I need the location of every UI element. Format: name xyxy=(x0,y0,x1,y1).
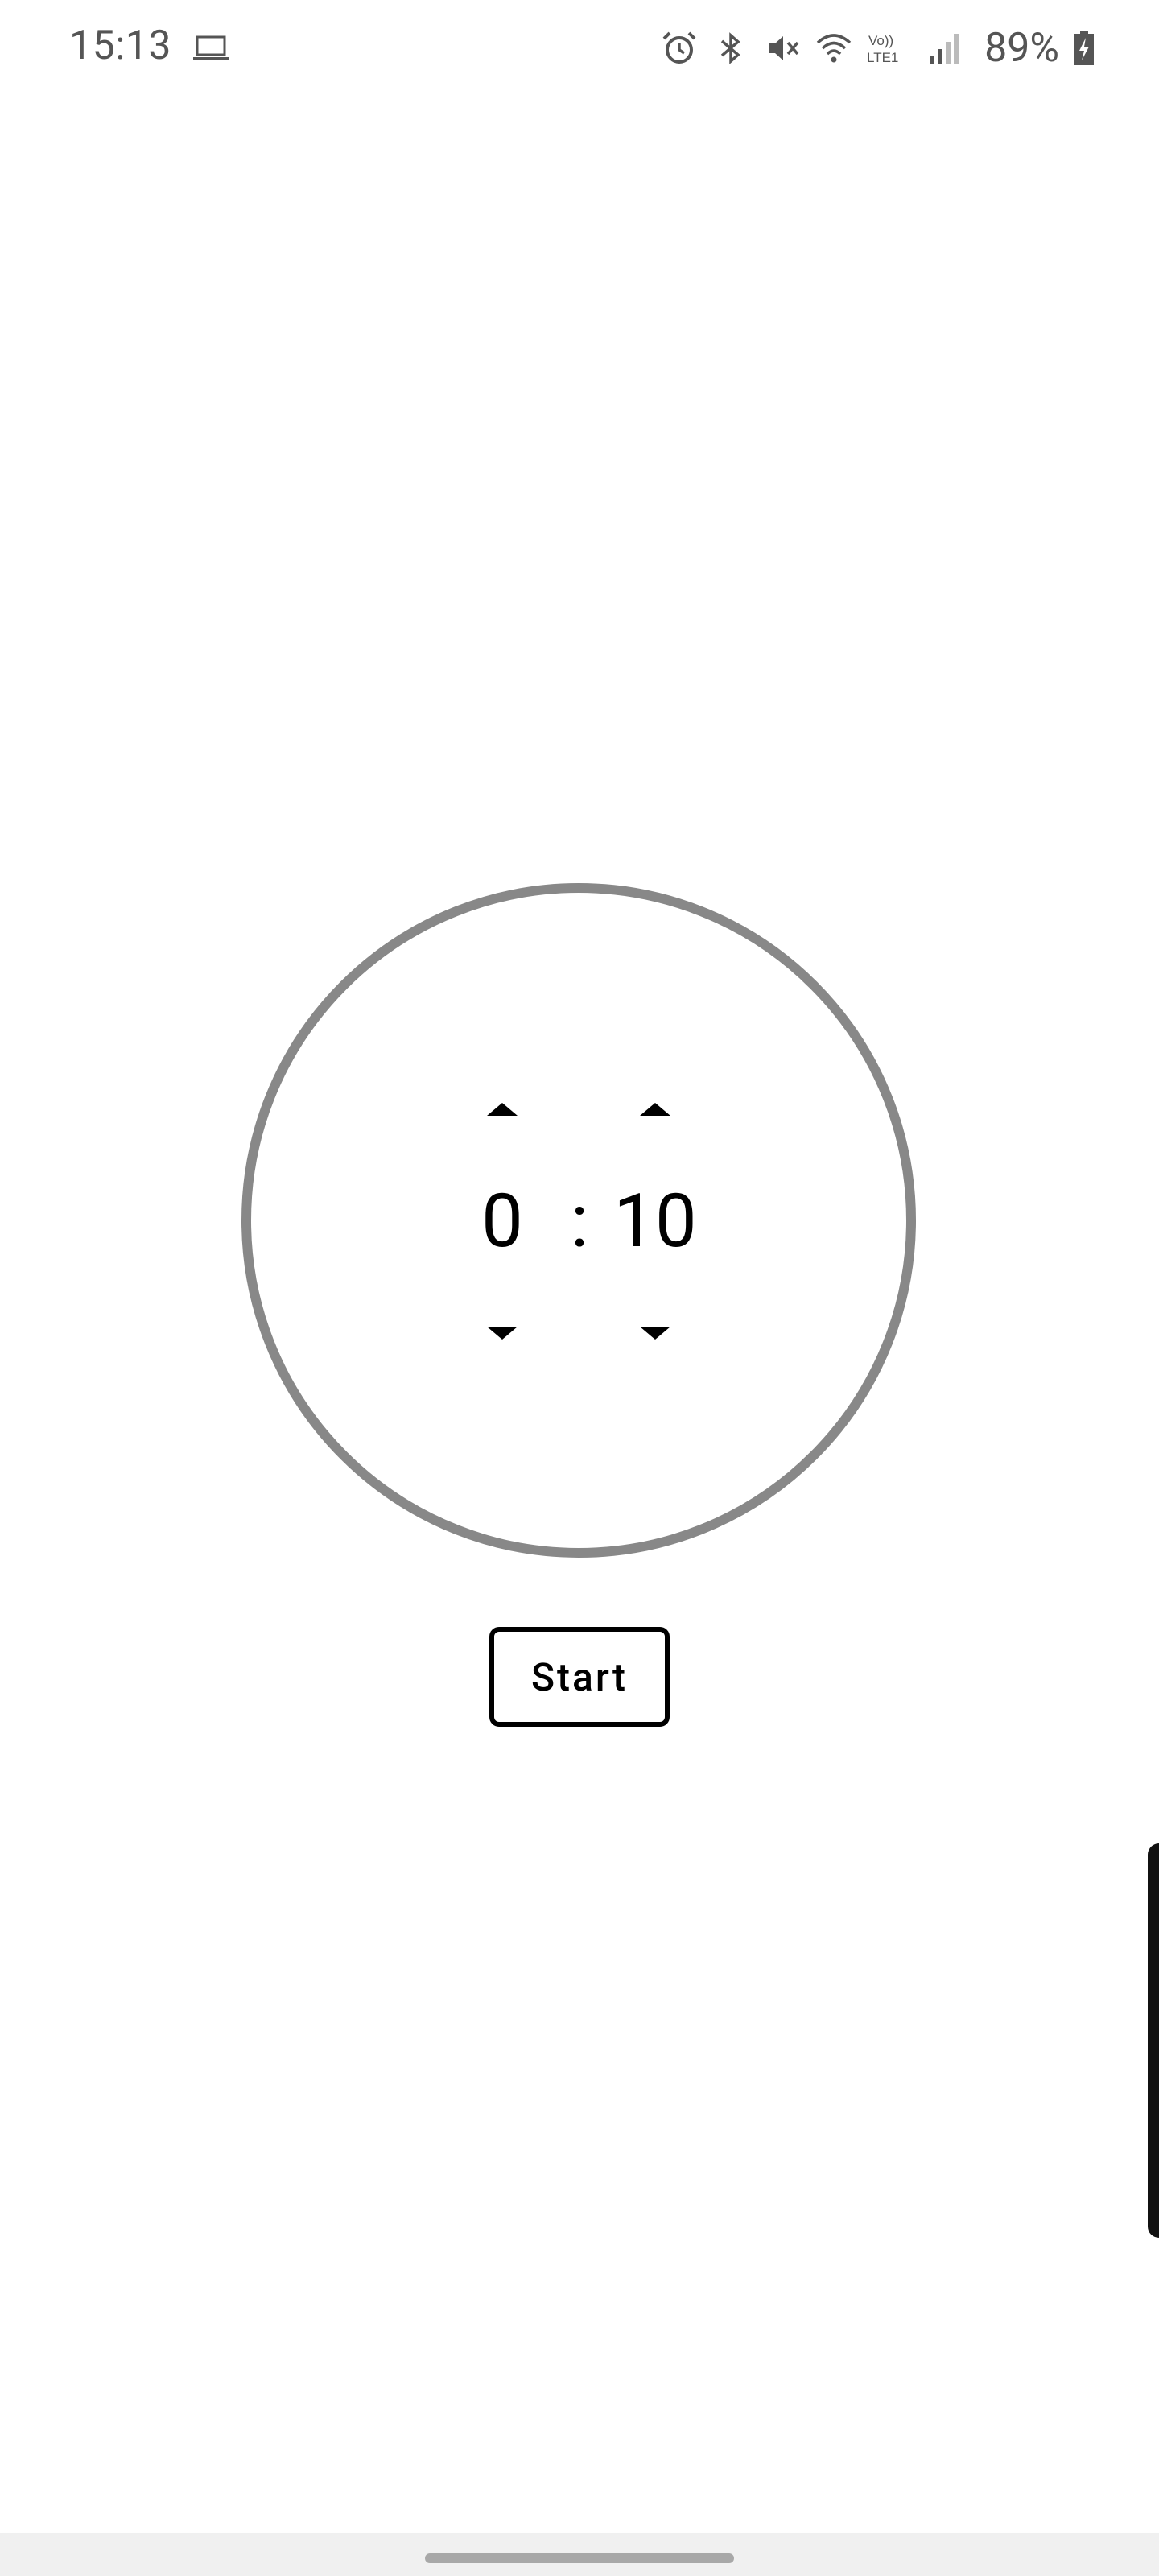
start-button[interactable]: Start xyxy=(489,1627,670,1727)
battery-charging-icon xyxy=(1074,31,1094,65)
caret-down-icon xyxy=(640,1327,670,1340)
home-gesture-handle[interactable] xyxy=(425,2553,734,2563)
navigation-bar xyxy=(0,2533,1159,2576)
seconds-value: 10 xyxy=(613,1179,697,1265)
seconds-decrement-button[interactable] xyxy=(631,1317,679,1349)
svg-text:LTE1: LTE1 xyxy=(867,50,898,65)
volte-icon: Vo)) LTE1 xyxy=(867,33,898,65)
caret-up-icon xyxy=(640,1103,670,1116)
seconds-increment-button[interactable] xyxy=(631,1093,679,1125)
status-time: 15:13 xyxy=(69,23,172,69)
minutes-increment-button[interactable] xyxy=(478,1093,526,1125)
svg-text:Vo)): Vo)) xyxy=(868,33,893,48)
status-bar: 15:13 Vo)) LTE1 89% xyxy=(0,0,1159,103)
time-separator: : xyxy=(570,1179,589,1265)
minutes-decrement-button[interactable] xyxy=(478,1317,526,1349)
edge-panel-handle[interactable] xyxy=(1148,1843,1159,2238)
wifi-icon xyxy=(817,34,852,63)
minutes-value: 0 xyxy=(481,1179,523,1265)
signal-icon xyxy=(930,34,959,64)
battery-percent: 89% xyxy=(984,25,1059,72)
mute-icon xyxy=(769,36,799,60)
laptop-icon xyxy=(193,35,229,60)
alarm-icon xyxy=(662,31,696,64)
caret-up-icon xyxy=(487,1103,518,1116)
bluetooth-icon xyxy=(721,32,740,64)
caret-down-icon xyxy=(487,1327,518,1340)
status-icons: Vo)) LTE1 89% xyxy=(661,24,1095,72)
